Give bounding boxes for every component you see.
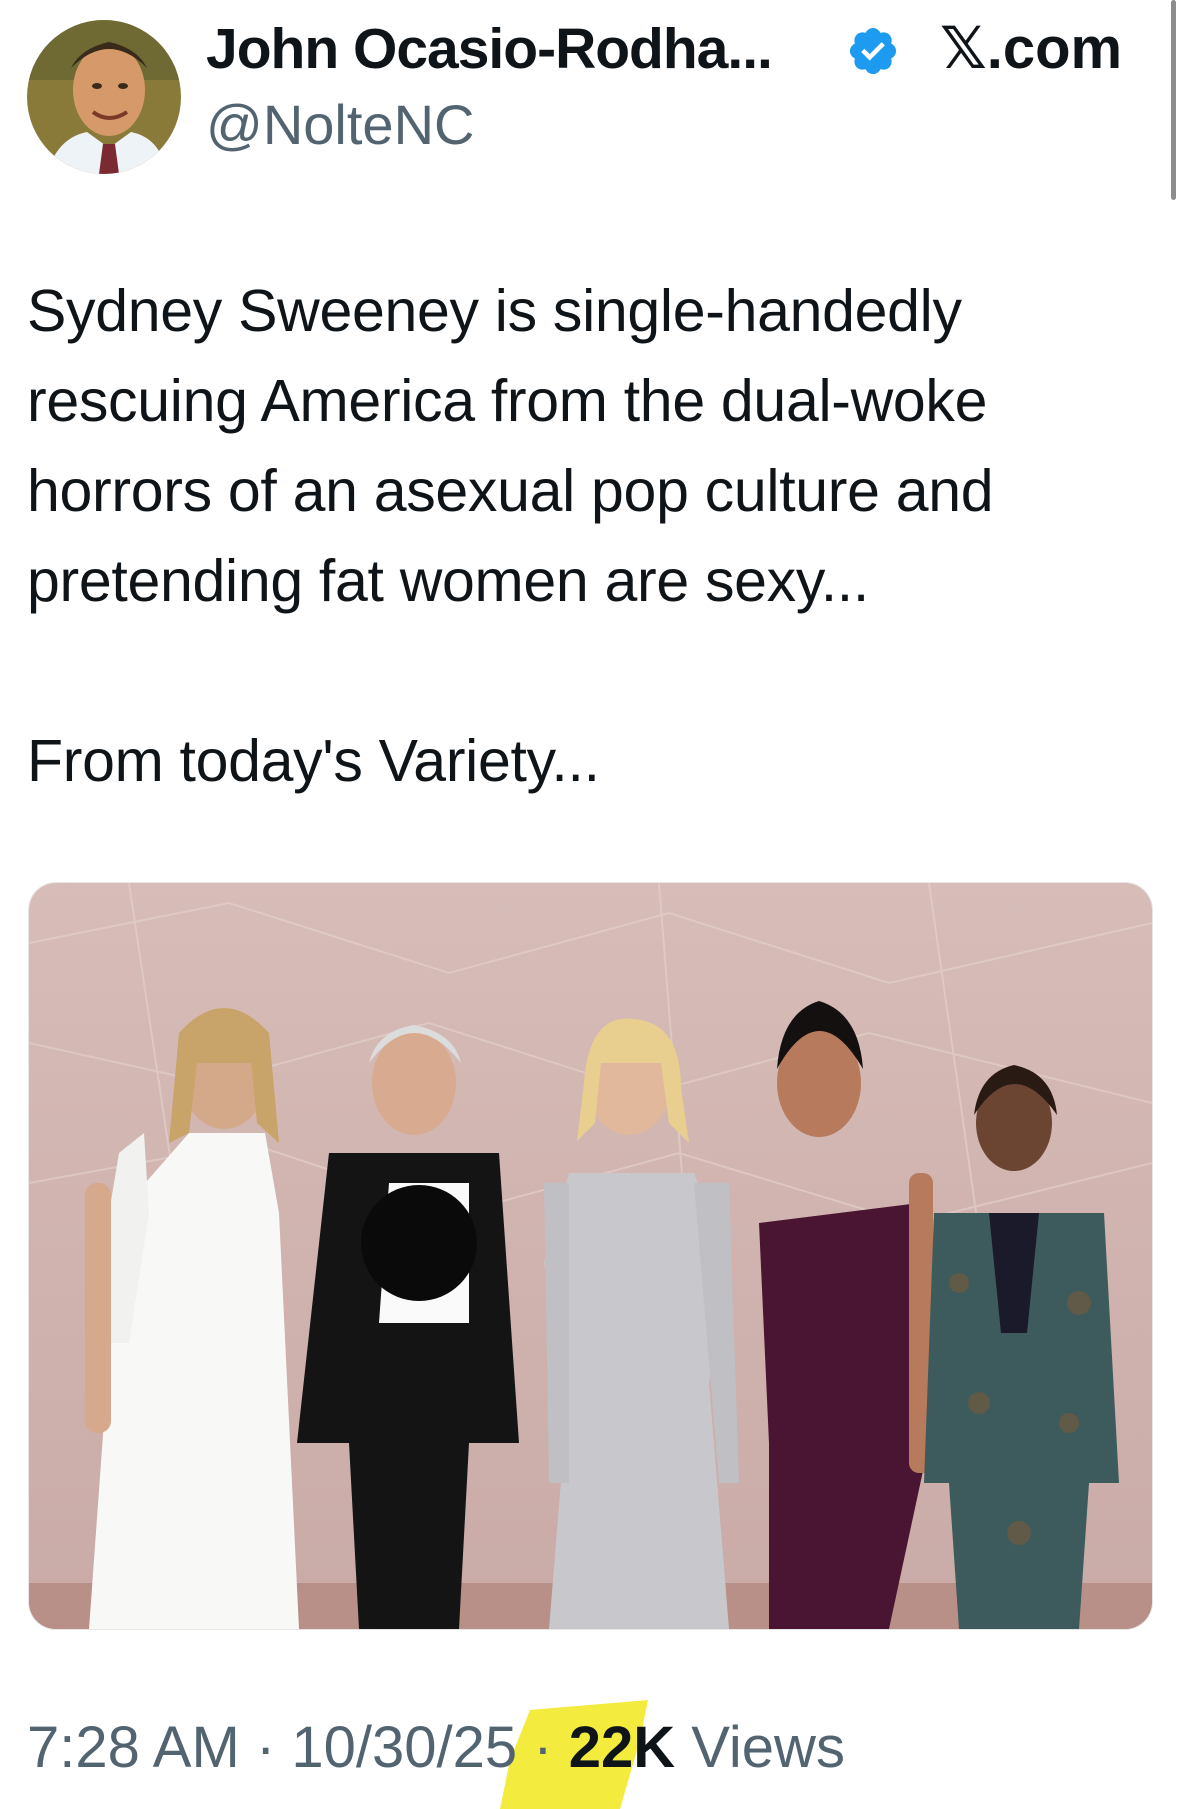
tweet-line: horrors of an asexual pop culture and [27, 458, 994, 524]
verified-badge-icon [849, 27, 897, 75]
tweet-line: Sydney Sweeney is single-handedly [27, 278, 962, 344]
views-label: Views [691, 1715, 845, 1780]
tweet-time[interactable]: 7:28 AM [27, 1715, 240, 1780]
tweet-text: Sydney Sweeney is single-handedly rescui… [27, 266, 1162, 806]
tweet-line: pretending fat women are sexy... [27, 548, 869, 614]
tweet-line: rescuing America from the dual-woke [27, 368, 988, 434]
tweet-media-photo[interactable] [28, 882, 1153, 1630]
avatar-image [27, 20, 181, 174]
tweet-date[interactable]: 10/30/25 [291, 1715, 517, 1780]
source-site-label: 𝕏.com [940, 16, 1123, 81]
author-handle[interactable]: @NolteNC [206, 92, 474, 158]
author-name[interactable]: John Ocasio-Rodha... [206, 14, 773, 84]
tweet-meta: 7:28 AM · 10/30/25 · 22K Views [27, 1710, 845, 1786]
meta-separator: · [533, 1715, 553, 1780]
avatar[interactable] [27, 20, 181, 174]
meta-separator: · [255, 1715, 276, 1780]
scrollbar[interactable] [1171, 0, 1176, 200]
photo-image [29, 883, 1152, 1629]
tweet-line: From today's Variety... [27, 728, 600, 794]
views-count[interactable]: 22K [569, 1715, 675, 1780]
